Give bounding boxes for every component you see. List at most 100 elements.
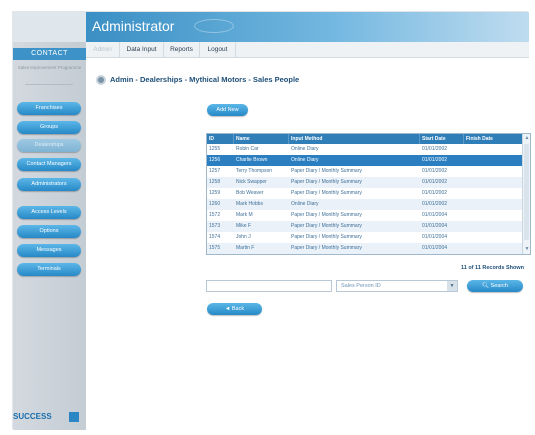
table-cell-id: 1575: [209, 245, 221, 251]
scroll-up-icon[interactable]: ▲: [524, 135, 530, 141]
header-bar: Administrator: [86, 12, 529, 42]
table-cell-id: 1259: [209, 190, 221, 196]
table-cell-method: Paper Diary / Monthly Summary: [291, 234, 362, 240]
table-row[interactable]: 1257 Terry Thompson Paper Diary / Monthly …: [207, 166, 523, 177]
add-new-button[interactable]: Add New: [207, 104, 248, 116]
column-header-start-date[interactable]: Start Date: [420, 134, 464, 144]
divider: [25, 84, 73, 85]
table-cell-start: 01/01/2002: [422, 179, 448, 185]
success-logo: SUCCESS: [13, 412, 52, 421]
table-cell-name: Mike F: [236, 223, 251, 229]
table-row[interactable]: 1574 John J Paper Diary / Monthly Summary 0…: [207, 232, 523, 243]
scroll-thumb[interactable]: [524, 144, 529, 240]
table-cell-start: 01/01/2002: [422, 146, 448, 152]
table-cell-start: 01/01/2004: [422, 223, 448, 229]
table-cell-id: 1256: [209, 157, 221, 163]
search-field-value: Sales Person ID: [341, 283, 381, 289]
table-cell-start: 01/01/2002: [422, 168, 448, 174]
table-cell-start: 01/01/2004: [422, 212, 448, 218]
table-cell-method: Paper Diary / Monthly Summary: [291, 212, 362, 218]
table-row[interactable]: 1572 Mark M Paper Diary / Monthly Summary 0…: [207, 210, 523, 221]
search-field-select[interactable]: Sales Person ID ▼: [336, 280, 458, 292]
table-scrollbar[interactable]: ▲ ▼: [522, 134, 530, 254]
scroll-down-icon[interactable]: ▼: [524, 246, 530, 252]
table-cell-id: 1574: [209, 234, 221, 240]
table-cell-finish: [464, 177, 523, 188]
table-cell-id: 1572: [209, 212, 221, 218]
table-cell-id: 1258: [209, 179, 221, 185]
table-cell-finish: [464, 221, 523, 232]
sidebar-item-access-levels[interactable]: Access Levels: [17, 206, 81, 219]
table-cell-method: Paper Diary / Monthly Summary: [291, 245, 362, 251]
success-logo-icon: [69, 412, 79, 422]
top-nav: Admin Data Input Reports Logout: [86, 42, 529, 58]
table-cell-method: Online Diary: [291, 146, 319, 152]
sidebar-item-administrators[interactable]: Administrators: [17, 178, 81, 191]
table-cell-finish: [464, 166, 523, 177]
table-cell-finish: [464, 210, 523, 221]
table-cell-start: 01/01/2002: [422, 201, 448, 207]
table-cell-finish: [464, 232, 523, 243]
table-cell-name: Terry Thompson: [236, 168, 273, 174]
table-cell-start: 01/01/2002: [422, 157, 448, 163]
table-cell-start: 01/01/2004: [422, 234, 448, 240]
table-cell-finish: [464, 144, 523, 155]
table-cell-method: Online Diary: [291, 157, 319, 163]
brand-subtitle: Sales Improvement Programme: [17, 65, 82, 70]
search-icon: 🔍︎: [482, 283, 491, 289]
sidebar-item-groups[interactable]: Groups: [17, 121, 81, 134]
search-button[interactable]: 🔍︎ Search: [467, 280, 523, 292]
table-cell-start: 01/01/2002: [422, 190, 448, 196]
column-header-input-method[interactable]: Input Method: [289, 134, 420, 144]
table-row[interactable]: 1575 Martin F Paper Diary / Monthly Summar…: [207, 243, 523, 254]
table-cell-id: 1257: [209, 168, 221, 174]
table-cell-name: Mark M: [236, 212, 253, 218]
table-cell-method: Paper Diary / Monthly Summary: [291, 223, 362, 229]
sidebar-item-messages[interactable]: Messages: [17, 244, 81, 257]
page-title: Admin - Dealerships - Mythical Motors - …: [110, 75, 300, 84]
column-header-finish-date[interactable]: Finish Date: [464, 134, 523, 144]
table-cell-finish: [464, 243, 523, 254]
sidebar-item-options[interactable]: Options: [17, 225, 81, 238]
nav-reports[interactable]: Reports: [164, 42, 200, 58]
sidebar-item-dealerships[interactable]: Dealerships: [17, 139, 81, 152]
search-input[interactable]: [206, 280, 332, 292]
table-cell-name: Robin Car: [236, 146, 259, 152]
nav-admin[interactable]: Admin: [86, 42, 120, 58]
table-cell-finish: [464, 188, 523, 199]
records-count: 11 of 11 Records Shown: [461, 265, 524, 271]
table-cell-name: John J: [236, 234, 251, 240]
nav-logout[interactable]: Logout: [200, 42, 236, 58]
globe-icon: [96, 75, 106, 85]
table-cell-id: 1573: [209, 223, 221, 229]
table-cell-finish: [464, 199, 523, 210]
nav-data-input[interactable]: Data Input: [120, 42, 164, 58]
brand-logo: CONTACT: [13, 48, 86, 60]
table-cell-finish: [464, 155, 523, 166]
window-title: Administrator: [92, 18, 175, 34]
table-cell-name: Bob Weaver: [236, 190, 264, 196]
sidebar-item-terminals[interactable]: Terminals: [17, 263, 81, 276]
table-cell-name: Mark Hobbs: [236, 201, 263, 207]
sales-people-table: ID Name Input Method Start Date Finish D…: [206, 133, 531, 255]
sidebar-item-franchises[interactable]: Franchises: [17, 102, 81, 115]
table-row[interactable]: 1259 Bob Weaver Paper Diary / Monthly Summ…: [207, 188, 523, 199]
table-cell-method: Paper Diary / Monthly Summary: [291, 179, 362, 185]
table-row[interactable]: 1256 Charlie Brown Online Diary 01/01/2002: [207, 155, 523, 166]
swoosh-icon: [194, 19, 234, 33]
sidebar-item-contact-managers[interactable]: Contact Managers: [17, 158, 81, 171]
table-row[interactable]: 1260 Mark Hobbs Online Diary 01/01/2002: [207, 199, 523, 210]
table-cell-method: Paper Diary / Monthly Summary: [291, 190, 362, 196]
table-cell-id: 1255: [209, 146, 221, 152]
column-header-id[interactable]: ID: [207, 134, 234, 144]
search-button-label: Search: [490, 283, 508, 289]
main-content: Admin - Dealerships - Mythical Motors - …: [86, 58, 531, 430]
table-cell-name: Charlie Brown: [236, 157, 268, 163]
table-row[interactable]: 1573 Mike F Paper Diary / Monthly Summary 0…: [207, 221, 523, 232]
table-cell-start: 01/01/2004: [422, 245, 448, 251]
chevron-down-icon: ▼: [447, 281, 457, 291]
table-row[interactable]: 1255 Robin Car Online Diary 01/01/2002: [207, 144, 523, 155]
back-button[interactable]: ◄ Back: [207, 303, 262, 315]
table-row[interactable]: 1258 Nick Swapper Paper Diary / Monthly Su…: [207, 177, 523, 188]
column-header-name[interactable]: Name: [234, 134, 289, 144]
